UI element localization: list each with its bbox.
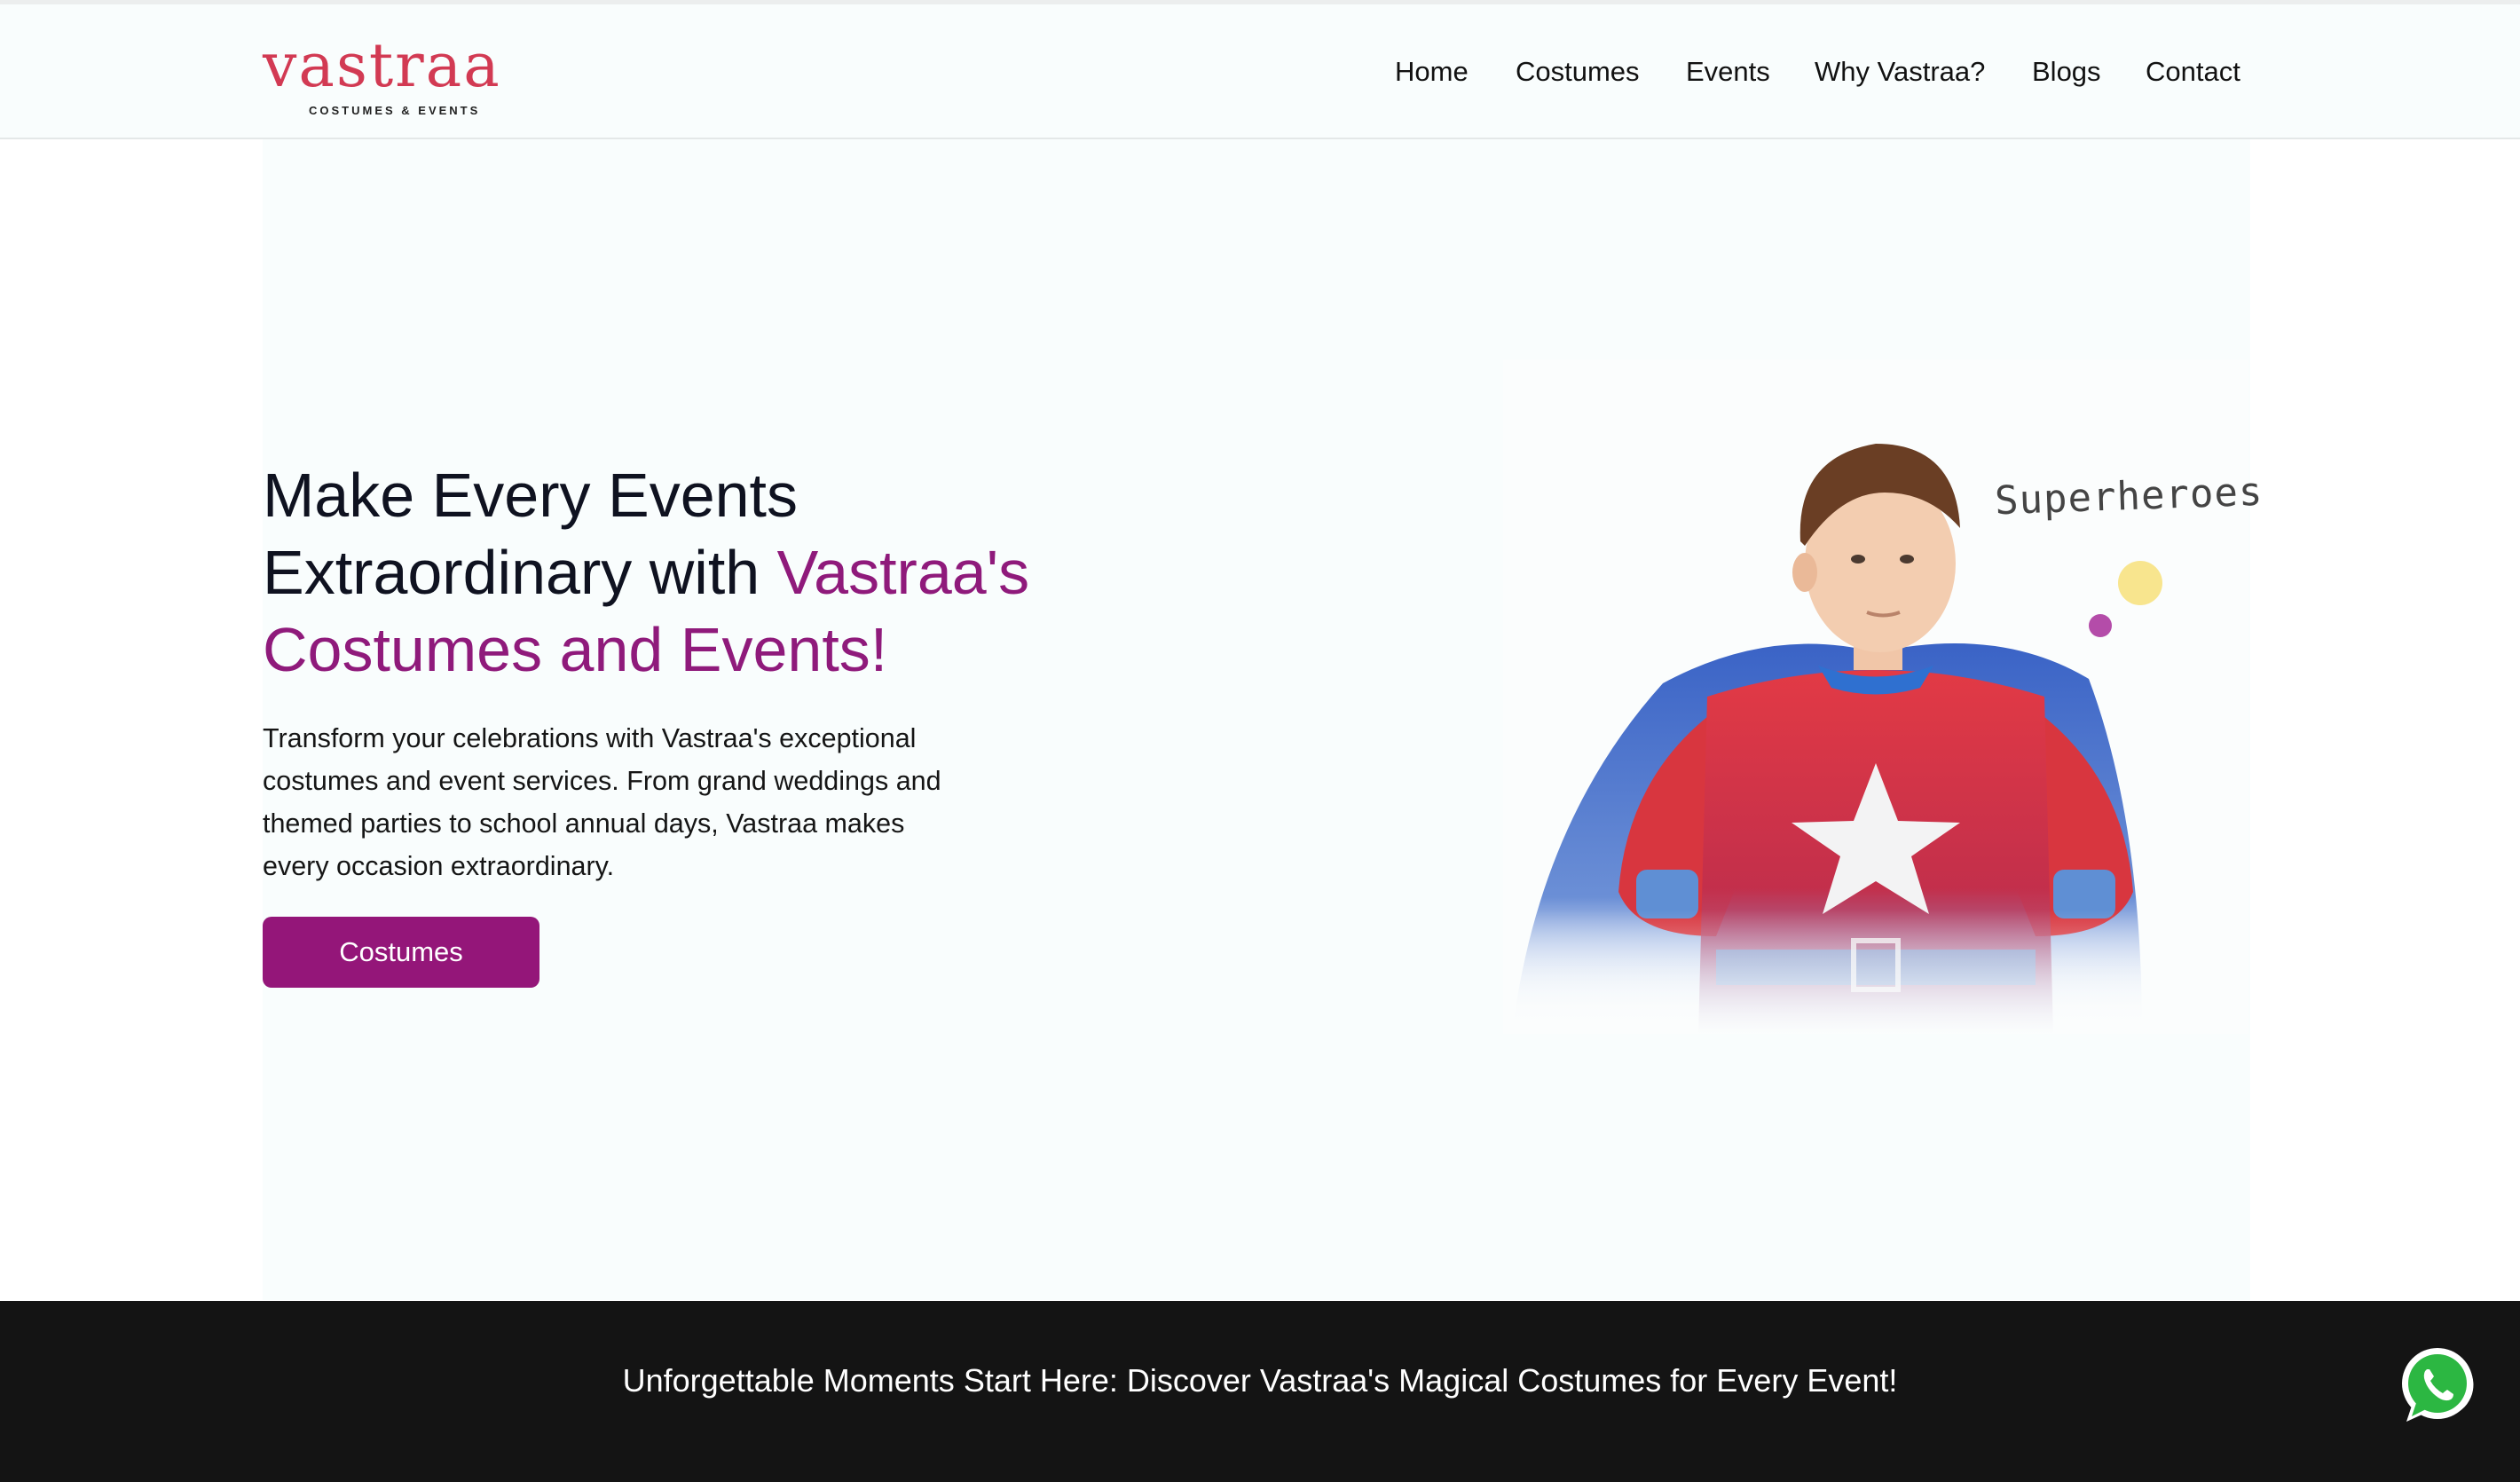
headline-line-2: Extraordinary with xyxy=(263,538,777,607)
hero-description: Transform your celebrations with Vastraa… xyxy=(263,717,1043,887)
headline-accent-line-3: Costumes and Events! xyxy=(263,615,888,684)
logo-tagline: COSTUMES & EVENTS xyxy=(309,104,481,117)
promo-banner-text: Unforgettable Moments Start Here: Discov… xyxy=(622,1362,1898,1399)
nav-why-vastraa[interactable]: Why Vastraa? xyxy=(1815,56,1985,95)
nav-costumes[interactable]: Costumes xyxy=(1516,56,1640,95)
nav-contact[interactable]: Contact xyxy=(2146,56,2240,95)
nav-home[interactable]: Home xyxy=(1395,56,1469,95)
superhero-boy-illustration xyxy=(1503,444,2248,1034)
hero-image-card xyxy=(1503,359,2248,1034)
vastraa-logo[interactable]: vastraa COSTUMES & EVENTS xyxy=(263,31,508,122)
description-line: every occasion extraordinary. xyxy=(263,851,615,881)
whatsapp-icon[interactable] xyxy=(2399,1345,2476,1425)
superheroes-caption: Superheroes xyxy=(1994,469,2264,524)
headline-accent-brand: Vastraa's xyxy=(776,538,1030,607)
hero-headline: Make Every Events Extraordinary with Vas… xyxy=(263,457,1150,689)
costumes-button-label: Costumes xyxy=(339,936,463,967)
nav-events[interactable]: Events xyxy=(1686,56,1770,95)
headline-line-1: Make Every Events xyxy=(263,461,798,530)
description-line: themed parties to school annual days, Va… xyxy=(263,808,905,839)
costumes-button[interactable]: Costumes xyxy=(263,917,539,988)
description-line: costumes and event services. From grand … xyxy=(263,766,941,796)
description-line: Transform your celebrations with Vastraa… xyxy=(263,723,917,753)
logo-wordmark: vastraa xyxy=(263,31,501,101)
nav-blogs[interactable]: Blogs xyxy=(2032,56,2101,95)
whatsapp-icon-graphic xyxy=(2402,1348,2474,1422)
site-header: vastraa COSTUMES & EVENTS Home Costumes … xyxy=(0,4,2520,139)
